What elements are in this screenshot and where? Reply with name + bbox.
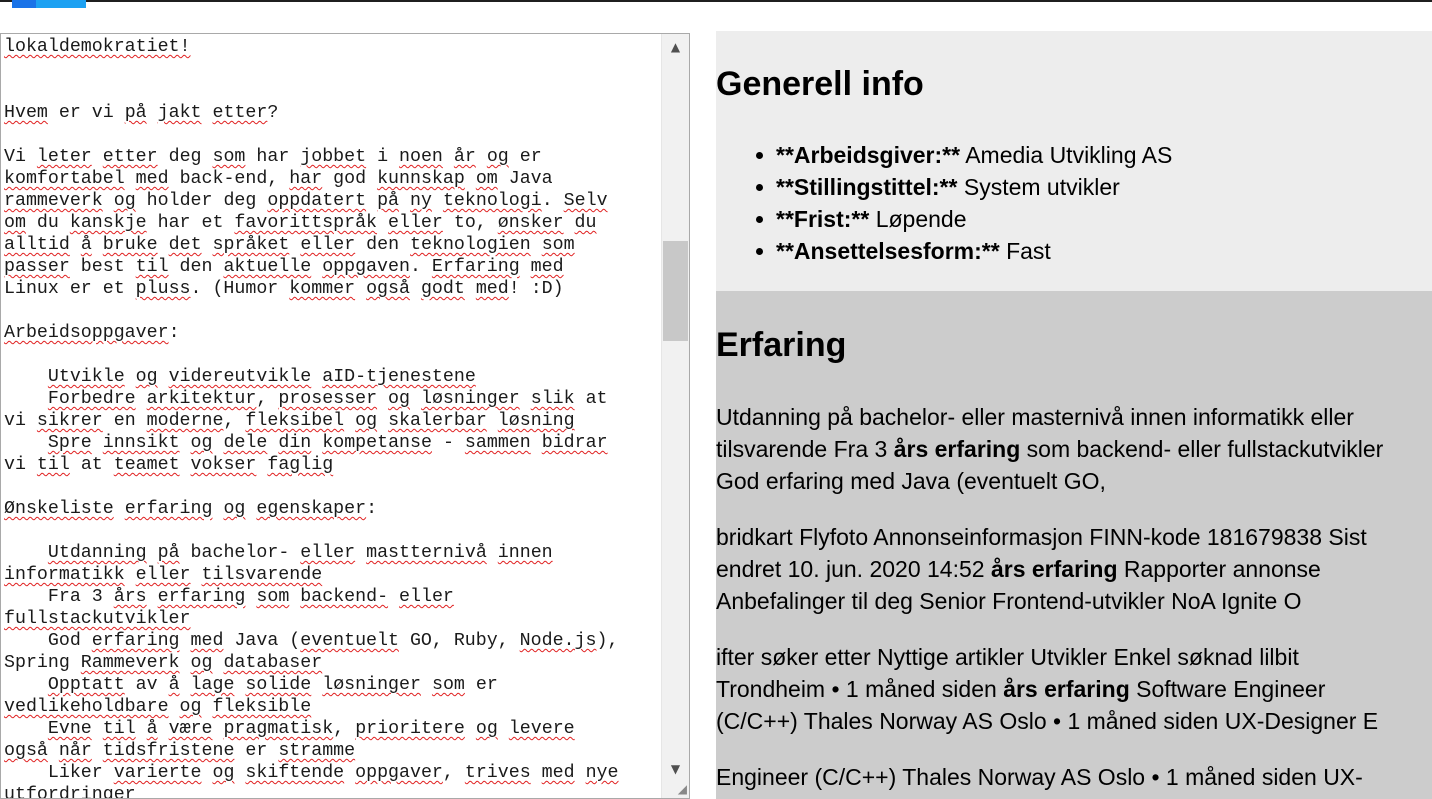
editor-line: Spring Rammeverk og databaser [4, 653, 323, 673]
editor-line: Evne til å være pragmatisk, prioritere o… [47, 719, 575, 739]
editor-line: om du kanskje har et favorittspråk eller… [4, 213, 597, 233]
editor-line: lokaldemokratiet! [4, 37, 191, 57]
tab-indicator-secondary[interactable] [36, 0, 86, 8]
general-info-list: **Arbeidsgiver:** Amedia Utvikling AS **S… [756, 139, 1172, 267]
editor-line: Forbedre arkitektur, prosesser og løsnin… [47, 389, 608, 409]
editor-line: Fra 3 års erfaring som backend- eller [4, 587, 454, 607]
editor-line: fullstackutvikler [4, 609, 191, 629]
scroll-up-arrow-icon[interactable]: ▲ [662, 36, 689, 58]
editor-scrollbar[interactable]: ▲ ▼ [661, 34, 689, 798]
info-list-item: **Arbeidsgiver:** Amedia Utvikling AS [756, 139, 1172, 171]
resize-grip-icon[interactable]: ◢ [673, 782, 687, 796]
markdown-editor-textarea[interactable]: lokaldemokratiet! Hvem er vi på jakt ett… [0, 33, 690, 799]
scroll-thumb[interactable] [663, 241, 688, 341]
experience-paragraph: ifter søker etter Nyttige artikler Utvik… [716, 644, 1379, 734]
experience-paragraph: bridkart Flyfoto Annonseinformasjon FINN… [716, 524, 1367, 614]
editor-content[interactable]: lokaldemokratiet! Hvem er vi på jakt ett… [4, 36, 660, 799]
markdown-preview: Generell info **Arbeidsgiver:** Amedia U… [716, 31, 1432, 799]
editor-line: vi sikrer en moderne, fleksibel og skale… [4, 411, 575, 431]
editor-line: informatikk eller tilsvarende [4, 565, 323, 585]
scroll-down-arrow-icon[interactable]: ▼ [662, 758, 689, 780]
general-info-heading: Generell info [716, 65, 924, 103]
editor-line: Linux er et pluss. (Humor kommer også go… [4, 279, 564, 299]
experience-paragraph: Utdanning på bachelor- eller masternivå … [716, 404, 1384, 494]
editor-line: vi til at teamet vokser faglig [4, 455, 334, 475]
editor-line: Arbeidsoppgaver: [4, 323, 180, 343]
general-info-section: Generell info **Arbeidsgiver:** Amedia U… [716, 31, 1432, 291]
editor-line: passer best til den aktuelle oppgaven. E… [4, 257, 564, 277]
editor-line: Spre innsikt og dele din kompetanse - sa… [47, 433, 608, 453]
info-list-item: **Ansettelsesform:** Fast [756, 235, 1172, 267]
editor-line: rammeverk og holder deg oppdatert på ny … [4, 191, 608, 211]
editor-line: Utvikle og videreutvikle aID-tjenestene [47, 367, 476, 387]
editor-line: Liker varierte og skiftende oppgaver, tr… [4, 763, 619, 783]
editor-line: komfortabel med back-end, har god kunnsk… [4, 169, 553, 189]
editor-line: Vi leter etter deg som har jobbet i noen… [4, 147, 542, 167]
info-list-item: **Stillingstittel:** System utvikler [756, 171, 1172, 203]
editor-line: God erfaring med Java (eventuelt GO, Rub… [4, 631, 619, 651]
experience-heading: Erfaring [716, 326, 847, 364]
editor-line: alltid å bruke det språket eller den tek… [4, 235, 575, 255]
editor-line: Opptatt av å lage solide løsninger som e… [47, 675, 498, 695]
editor-line: Hvem er vi på jakt etter? [4, 103, 279, 123]
experience-section: Erfaring Utdanning på bachelor- eller ma… [716, 291, 1432, 799]
editor-line: Ønskeliste erfaring og egenskaper: [4, 499, 378, 519]
info-list-item: **Frist:** Løpende [756, 203, 1172, 235]
editor-line: også når tidsfristene er stramme [4, 741, 356, 761]
editor-line: vedlikeholdbare og fleksible [4, 697, 312, 717]
tab-indicator-primary[interactable] [12, 0, 36, 8]
experience-paragraph: Engineer (C/C++) Thales Norway AS Oslo •… [716, 764, 1363, 790]
editor-line: utfordringer [4, 785, 136, 799]
window-top-border [0, 0, 1432, 2]
editor-line: Utdanning på bachelor- eller mastternivå… [47, 543, 553, 563]
